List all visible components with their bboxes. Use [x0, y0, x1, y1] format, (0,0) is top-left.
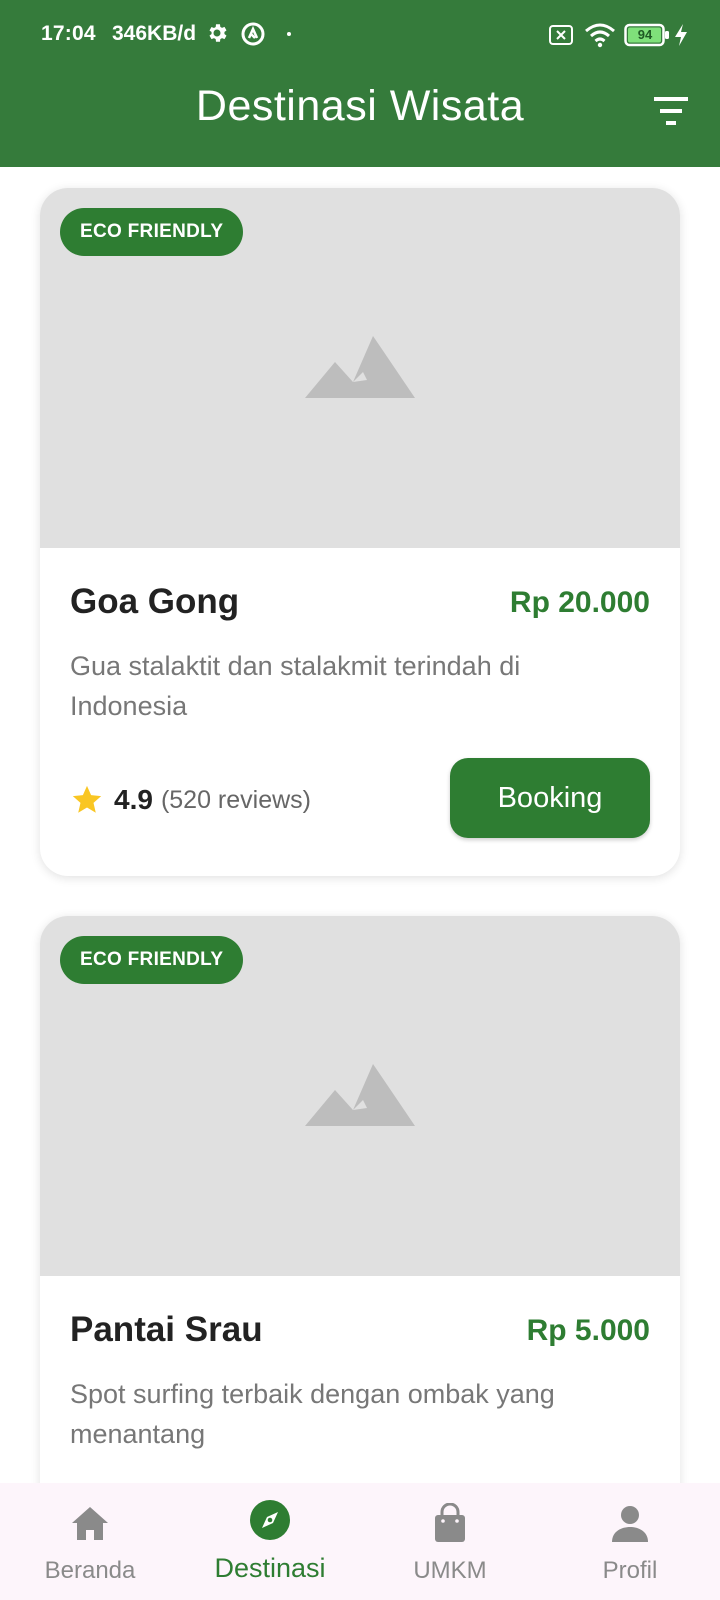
page-title: Destinasi Wisata	[195, 82, 525, 130]
rating: 4.9 (520 reviews)	[70, 780, 311, 820]
destination-image-placeholder: ECO FRIENDLY	[40, 916, 680, 1276]
nav-label: Profil	[602, 1557, 658, 1584]
destination-description: Gua stalaktit dan stalakmit terindah di …	[70, 651, 521, 721]
nav-item-umkm[interactable]: UMKM	[360, 1483, 540, 1600]
compass-icon	[250, 1500, 290, 1540]
nav-label: Beranda	[44, 1557, 136, 1584]
status-time: 17:04	[41, 22, 96, 45]
destination-price: Rp 5.000	[526, 1314, 650, 1347]
notification-dot	[287, 32, 291, 36]
eco-friendly-badge: ECO FRIENDLY	[60, 936, 244, 984]
accessibility-status-icon	[241, 22, 265, 46]
person-icon	[612, 1506, 648, 1542]
destination-price: Rp 20.000	[509, 586, 650, 619]
filter-list-icon[interactable]	[648, 92, 698, 132]
image-placeholder-icon	[305, 336, 415, 398]
destination-card[interactable]: ECO FRIENDLY Goa Gong Rp 20.000 Gua stal…	[40, 188, 680, 876]
sim-disabled-icon	[549, 25, 573, 45]
nav-item-destinasi[interactable]: Destinasi	[180, 1483, 360, 1600]
nav-label: UMKM	[413, 1557, 487, 1584]
destination-image-placeholder: ECO FRIENDLY	[40, 188, 680, 548]
eco-friendly-badge: ECO FRIENDLY	[60, 208, 244, 256]
nav-item-beranda[interactable]: Beranda	[0, 1483, 180, 1600]
settings-icon	[209, 24, 227, 42]
destination-description: Spot surfing terbaik dengan ombak yang m…	[70, 1379, 555, 1449]
screen: 17:04 346KB/d 94 Destinasi Wisata ECO FR…	[0, 0, 720, 1600]
review-count: (520 reviews)	[160, 785, 311, 814]
rating-value: 4.9	[114, 784, 153, 815]
battery-level: 94	[637, 27, 653, 42]
status-bar: 17:04 346KB/d 94	[0, 0, 720, 70]
booking-button[interactable]: Booking	[450, 758, 650, 838]
destination-name: Goa Gong	[70, 582, 240, 621]
status-network-speed: 346KB/d	[112, 22, 197, 45]
star-icon	[72, 785, 102, 813]
destination-name: Pantai Srau	[70, 1310, 263, 1349]
bottom-navigation: Beranda Destinasi UMKM Profil	[0, 1483, 720, 1600]
wifi-icon	[585, 23, 615, 48]
app-bar: 17:04 346KB/d 94 Destinasi Wisata	[0, 0, 720, 167]
nav-label: Destinasi	[214, 1553, 326, 1583]
home-icon	[72, 1507, 108, 1540]
nav-item-profil[interactable]: Profil	[540, 1483, 720, 1600]
image-placeholder-icon	[305, 1064, 415, 1126]
shopping-bag-icon	[435, 1503, 465, 1542]
charging-icon	[675, 24, 687, 46]
